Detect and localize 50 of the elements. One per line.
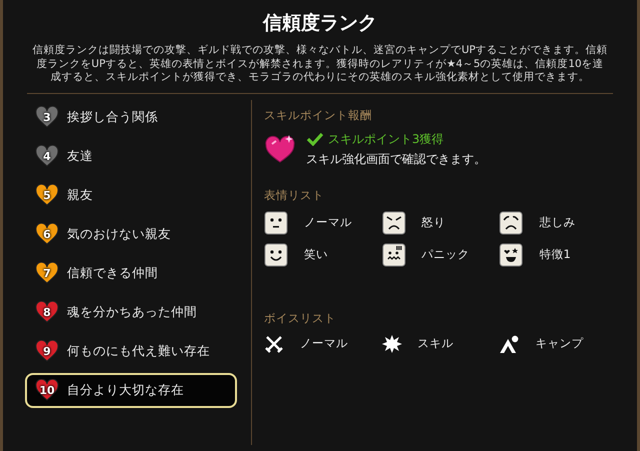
burst-icon[interactable]: [382, 334, 402, 354]
rank-item[interactable]: 3 挨拶し合う関係: [25, 100, 237, 134]
rank-item[interactable]: 5 親友: [25, 178, 237, 212]
rank-item[interactable]: 8 魂を分かちあった仲間: [25, 294, 237, 330]
expression-label: 特徴1: [539, 247, 571, 262]
face-icon[interactable]: [264, 242, 288, 266]
rank-number: 3: [42, 110, 52, 126]
expression-label: 悲しみ: [539, 215, 576, 230]
reward-note: スキル強化画面で確認できます。: [306, 150, 486, 168]
rank-label: 気のおけない親友: [67, 226, 171, 242]
expression-label: 笑い: [304, 247, 328, 262]
rank-number: 8: [42, 304, 52, 320]
rank-label: 友達: [67, 148, 93, 164]
face-icon[interactable]: [499, 242, 524, 266]
reward-text: スキルポイント3獲得: [328, 130, 444, 148]
voice-label: スキル: [418, 336, 454, 351]
expression-label: ノーマル: [304, 215, 352, 230]
rank-label: 信頼できる仲間: [67, 264, 158, 282]
rank-label: 親友: [67, 186, 93, 204]
rank-item[interactable]: 6 気のおけない親友: [25, 216, 237, 252]
rank-label: 何ものにも代え難い存在: [67, 342, 210, 360]
rank-number: 6: [42, 226, 52, 242]
face-icon[interactable]: [382, 210, 406, 234]
gem-heart-icon: [264, 133, 296, 165]
crossed-swords-icon[interactable]: [264, 334, 284, 354]
section-heading: スキルポイント報酬: [264, 108, 373, 122]
tent-icon[interactable]: [499, 334, 520, 354]
rank-item[interactable]: 10 自分より大切な存在: [25, 372, 237, 408]
expression-label: 怒り: [422, 215, 446, 230]
rank-number: 9: [42, 344, 52, 360]
section-heading: ボイスリスト: [264, 310, 337, 326]
face-icon[interactable]: [264, 210, 288, 234]
face-icon[interactable]: [382, 242, 406, 266]
rank-number: 5: [42, 188, 52, 204]
rank-number: 7: [42, 266, 52, 282]
rank-label: 挨拶し合う関係: [67, 108, 158, 126]
rank-number: 10: [38, 382, 56, 398]
face-icon[interactable]: [499, 210, 524, 234]
rank-label: 魂を分かちあった仲間: [67, 304, 197, 320]
dialog-title: 信頼度ランク: [263, 11, 377, 36]
voice-label: キャンプ: [535, 336, 584, 351]
rank-number: 4: [42, 148, 52, 164]
section-heading: 表情リスト: [264, 188, 325, 202]
rank-item[interactable]: 4 友達: [25, 138, 237, 174]
rank-label: 自分より大切な存在: [67, 382, 184, 398]
description-text: 信頼度ランクは闘技場での攻撃、ギルド戦での攻撃、様々なバトル、迷宮のキャンプでUPすることができます。信頼度ランクをUPすると、英雄の表情とボイスが解禁されます。獲得時のレアリティが★4～5の英雄は、信頼度10を達成すると、スキルポイントが獲得でき、モラゴラの代わりにその英雄のスキル強化素材として使用できます。: [31, 44, 609, 84]
rank-item[interactable]: 7 信頼できる仲間: [25, 256, 237, 290]
expression-label: パニック: [422, 247, 470, 262]
rank-item[interactable]: 9 何ものにも代え難い存在: [25, 334, 237, 368]
voice-label: ノーマル: [300, 336, 348, 351]
